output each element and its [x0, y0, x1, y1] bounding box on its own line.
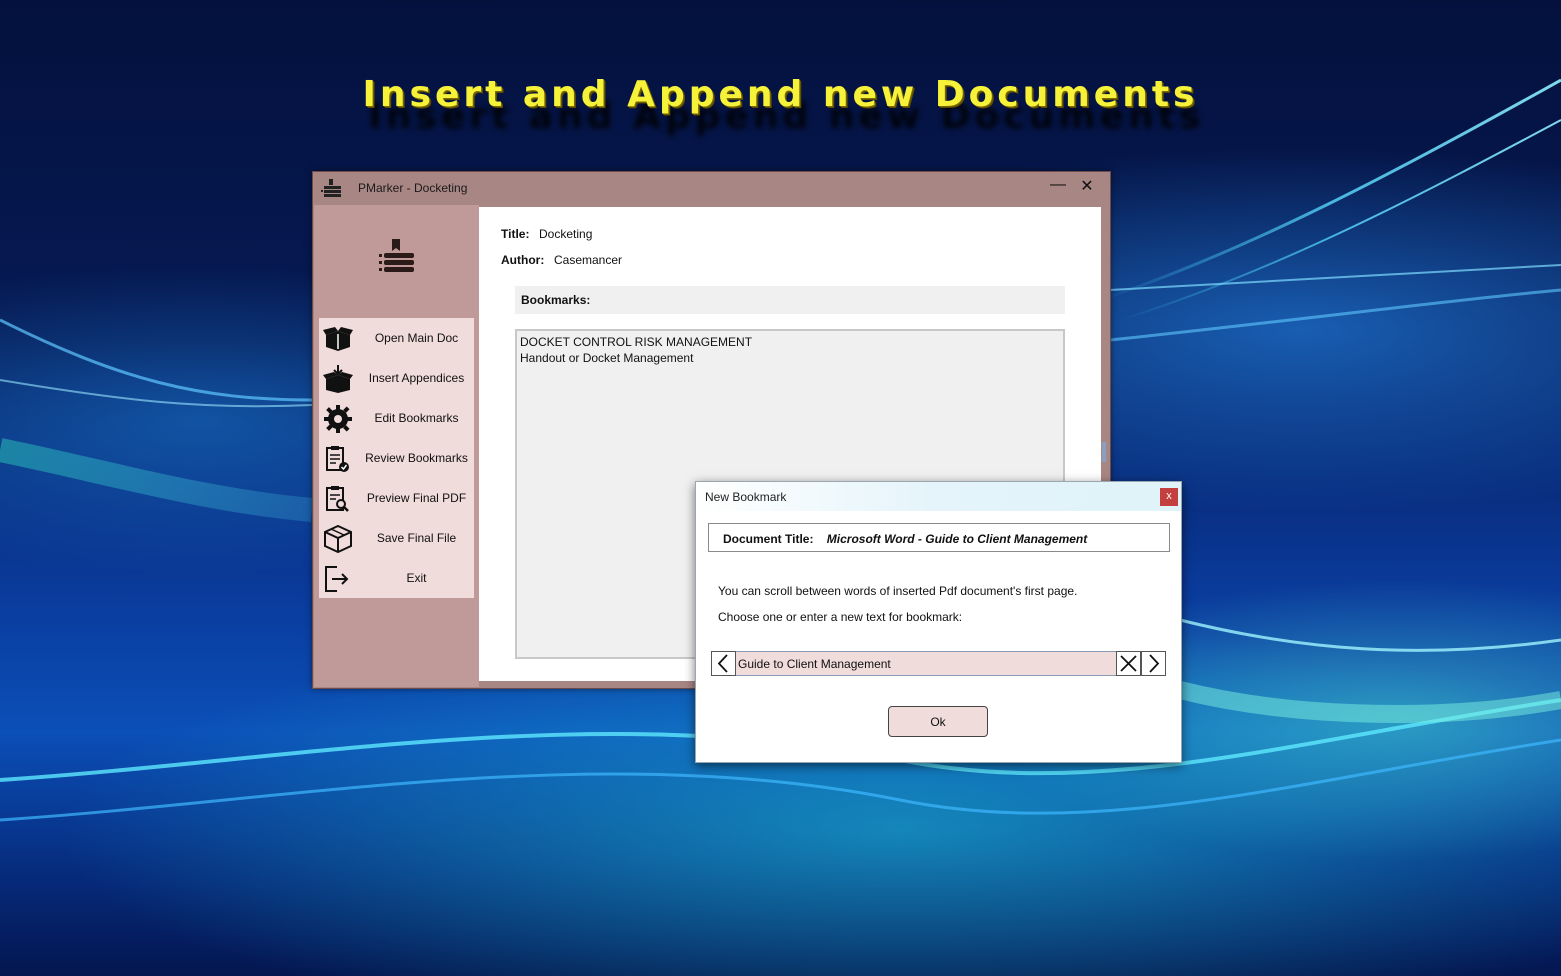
minimize-button[interactable]: —: [1049, 177, 1067, 196]
bookmark-text-input[interactable]: [736, 651, 1116, 676]
sidebar: Open Main Doc Insert Appendices Edit Boo…: [314, 205, 479, 687]
cube-icon: [324, 525, 352, 553]
title-value: Docketing: [539, 227, 593, 241]
sidebar-item-label: Save Final File: [376, 531, 457, 545]
exit-icon: [325, 566, 349, 592]
sidebar-item-label: Insert Appendices: [368, 371, 465, 385]
window-title: PMarker - Docketing: [358, 181, 468, 195]
sidebar-item-label: Exit: [406, 571, 427, 585]
document-title-box: Document Title: Microsoft Word - Guide t…: [708, 523, 1170, 552]
dialog-title: New Bookmark: [705, 490, 787, 504]
gear-icon: [324, 405, 352, 433]
scrollbar-thumb[interactable]: [1102, 442, 1106, 462]
document-title-value: Microsoft Word - Guide to Client Managem…: [826, 532, 1088, 546]
sidebar-item-exit[interactable]: Exit: [319, 558, 474, 598]
bookmark-stack-logo-icon: [379, 239, 414, 272]
clear-text-button[interactable]: [1116, 651, 1141, 676]
dialog-close-button[interactable]: x: [1160, 488, 1178, 506]
sidebar-item-preview-final-pdf[interactable]: Preview Final PDF: [319, 478, 474, 518]
ok-button[interactable]: Ok: [888, 706, 988, 737]
sidebar-item-insert-appendices[interactable]: Insert Appendices: [319, 358, 474, 398]
title-label: Title:: [501, 227, 530, 241]
bookmark-list-item[interactable]: Handout or Docket Management: [520, 350, 1063, 366]
dialog-titlebar[interactable]: New Bookmark x: [696, 482, 1181, 511]
sidebar-item-label: Edit Bookmarks: [374, 411, 459, 425]
sidebar-item-edit-bookmarks[interactable]: Edit Bookmarks: [319, 398, 474, 438]
close-button[interactable]: ✕: [1078, 178, 1096, 196]
window-titlebar[interactable]: PMarker - Docketing — ✕: [313, 172, 1110, 204]
dialog-instruction-scroll: You can scroll between words of inserted…: [718, 584, 1078, 598]
sidebar-item-label: Review Bookmarks: [365, 451, 468, 465]
app-stack-icon: [321, 179, 341, 197]
sidebar-item-label: Open Main Doc: [374, 331, 459, 345]
bookmarks-header: Bookmarks:: [515, 286, 1065, 314]
clipboard-search-icon: [326, 486, 349, 512]
sidebar-item-label: Preview Final PDF: [366, 491, 467, 505]
bookmark-list-item[interactable]: DOCKET CONTROL RISK MANAGEMENT: [520, 334, 1063, 350]
new-bookmark-dialog: New Bookmark x Document Title: Microsoft…: [695, 481, 1182, 763]
open-box-icon: [323, 327, 353, 351]
chevron-right-icon: [1149, 654, 1160, 673]
author-label: Author:: [501, 253, 545, 267]
page-headline: Insert and Append new Documents: [362, 74, 1199, 115]
bookmark-word-picker: [711, 651, 1167, 676]
sidebar-item-review-bookmarks[interactable]: Review Bookmarks: [319, 438, 474, 478]
close-icon: [1120, 655, 1137, 672]
clipboard-check-icon: [326, 446, 349, 472]
sidebar-menu: Open Main Doc Insert Appendices Edit Boo…: [319, 318, 474, 598]
previous-word-button[interactable]: [711, 651, 736, 676]
document-title-label: Document Title:: [723, 532, 814, 546]
sidebar-item-save-final-file[interactable]: Save Final File: [319, 518, 474, 558]
sidebar-item-open-main-doc[interactable]: Open Main Doc: [319, 318, 474, 358]
dialog-instruction-choose: Choose one or enter a new text for bookm…: [718, 610, 963, 624]
chevron-left-icon: [717, 654, 728, 673]
next-word-button[interactable]: [1141, 651, 1166, 676]
insert-box-icon: [323, 365, 353, 393]
author-value: Casemancer: [554, 253, 623, 267]
